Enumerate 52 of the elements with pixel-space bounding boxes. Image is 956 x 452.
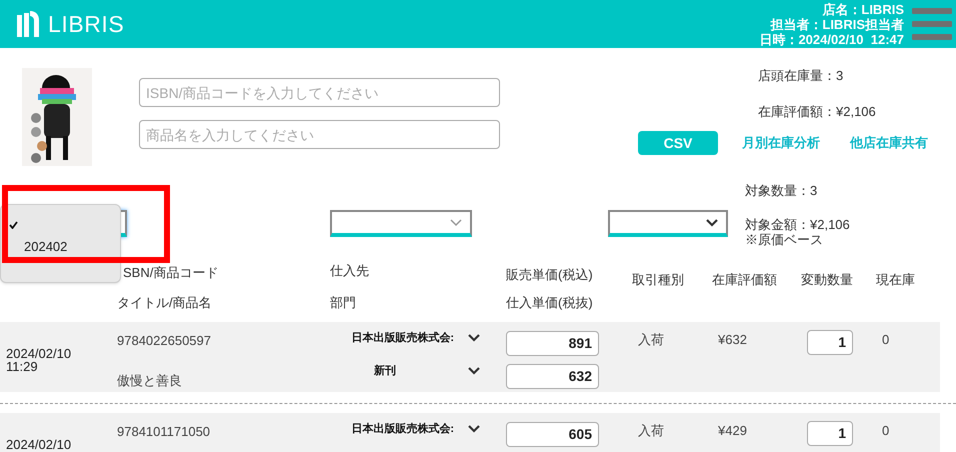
column-header: 販売単価(税込): [506, 266, 594, 284]
column-header: 仕入先: [330, 262, 370, 280]
column-header: タイトル/商品名: [117, 294, 213, 312]
menu-icon[interactable]: [912, 6, 952, 42]
value-cell-text: ¥429: [718, 422, 748, 440]
supplier-select[interactable]: 日本出版販売株式会:: [330, 330, 480, 346]
chevron-down-icon: [468, 425, 480, 434]
number-field[interactable]: 1: [807, 421, 853, 446]
logo-icon: [16, 11, 40, 37]
chevron-down-icon: [450, 218, 462, 226]
column-header: 仕入単価(税抜): [506, 294, 594, 312]
column-header: 部門: [330, 294, 357, 312]
title-cell-text: 傲慢と善良: [117, 372, 183, 390]
target-note: ※原価ベース: [745, 232, 824, 247]
check-icon: [9, 221, 18, 229]
type-cell-text: 入荷: [638, 331, 665, 349]
dropdown-select[interactable]: [608, 210, 728, 237]
column-header: 在庫評価額: [712, 271, 778, 289]
time-cell-text: 11:29: [6, 360, 39, 373]
search-field[interactable]: 商品名を入力してください: [139, 120, 500, 149]
date-cell-text: 2024/02/10: [6, 438, 72, 451]
chevron-down-icon: [706, 218, 718, 226]
stock-cell-text: 0: [882, 422, 890, 440]
target-count: 対象数量：3: [745, 183, 818, 198]
number-field[interactable]: 1: [807, 330, 853, 355]
number-field[interactable]: 891: [506, 331, 599, 356]
department-select[interactable]: 新刊: [330, 362, 480, 379]
column-header: 変動数量: [801, 271, 854, 289]
chevron-down-icon: [468, 366, 480, 375]
search-field[interactable]: ISBN/商品コードを入力してください: [139, 78, 500, 107]
chevron-down-icon: [468, 334, 480, 342]
value-cell-text: ¥632: [718, 331, 748, 349]
target-amount: 対象金額：¥2,106: [745, 217, 850, 232]
dropdown-select[interactable]: [330, 210, 472, 237]
header-info: 担当者：LIBRIS担当者: [770, 16, 904, 32]
isbn-cell-text: 9784101171050: [117, 423, 212, 441]
logo-text: LIBRIS: [48, 10, 124, 39]
header-info: 日時：2024/02/10 12:47: [759, 32, 904, 46]
dropdown-option[interactable]: 202402: [1, 236, 120, 258]
column-header: 取引種別: [632, 271, 685, 289]
number-field[interactable]: 632: [506, 364, 599, 389]
header-info: 店名：LIBRIS: [822, 2, 904, 16]
isbn-cell-text: 9784022650597: [117, 332, 212, 350]
supplier-select[interactable]: 日本出版販売株式会:: [330, 421, 480, 438]
stock-cell-text: 0: [882, 331, 890, 349]
number-field[interactable]: 605: [506, 422, 599, 447]
date-cell-text: 2024/02/10: [6, 347, 72, 360]
summary-text: 店頭在庫量：3: [758, 67, 844, 85]
column-header: 現在庫: [876, 271, 915, 289]
type-cell-text: 入荷: [638, 422, 665, 440]
summary-text: 在庫評価額：¥2,106: [758, 102, 877, 120]
column-header: SBN/商品コード: [122, 264, 220, 282]
